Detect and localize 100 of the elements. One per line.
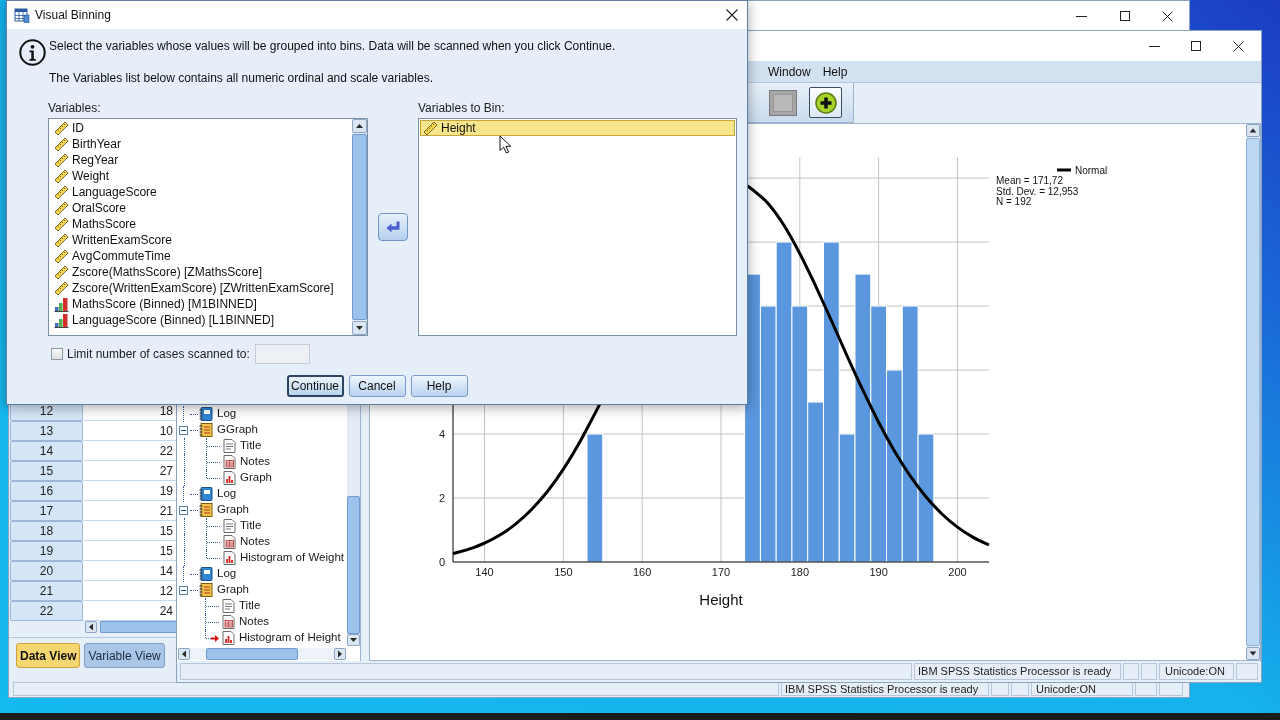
row-header[interactable]: 13 xyxy=(10,421,83,441)
variable-list-item[interactable]: AvgCommuteTime xyxy=(49,248,352,264)
scrollbar-thumb[interactable] xyxy=(100,621,177,633)
variable-list-item[interactable]: Height xyxy=(420,120,735,136)
outline-item[interactable]: Graph xyxy=(198,582,250,598)
move-button[interactable] xyxy=(378,213,408,241)
outline-item[interactable]: Graph xyxy=(198,502,250,518)
variable-list-item[interactable]: MathsScore (Binned) [M1BINNED] xyxy=(49,296,352,312)
checkbox[interactable] xyxy=(51,348,63,360)
menu-item[interactable]: Window xyxy=(762,62,817,81)
scrollbar-thumb[interactable] xyxy=(206,647,298,660)
y-tick-label: 0 xyxy=(438,556,445,568)
variable-list-item[interactable]: OralScore xyxy=(49,200,352,216)
checkbox-label: Limit number of cases scanned to: xyxy=(67,346,250,363)
table-cell: 14 xyxy=(83,561,176,581)
collapse-icon[interactable] xyxy=(179,585,188,595)
document-icon xyxy=(220,598,236,614)
row-header[interactable]: 19 xyxy=(10,541,83,561)
chart-page-icon xyxy=(220,630,236,646)
variable-list-item[interactable]: ID xyxy=(49,120,352,136)
menu-item[interactable]: Help xyxy=(816,62,854,81)
outline-item[interactable]: Title xyxy=(221,518,263,534)
variable-list-item[interactable]: RegYear xyxy=(49,152,352,168)
collapse-icon[interactable] xyxy=(179,425,188,435)
close-icon xyxy=(1162,10,1173,22)
variable-list-item[interactable]: Zscore(WrittenExamScore) [ZWrittenExamScore] xyxy=(49,280,352,296)
outline-item[interactable]: Notes xyxy=(221,454,272,470)
outline-item[interactable]: Log xyxy=(198,406,238,422)
table-cell: 10 xyxy=(83,421,176,441)
ruler-icon xyxy=(54,136,69,152)
table-icon xyxy=(14,7,30,23)
dialog-button[interactable]: Help xyxy=(410,375,468,397)
x-tick-label: 150 xyxy=(554,566,573,578)
outline-item[interactable]: Log xyxy=(198,566,238,582)
variable-list-item[interactable]: LanguageScore (Binned) [L1BINNED] xyxy=(49,312,352,328)
tab[interactable]: Variable View xyxy=(84,643,165,668)
statistics-text: Std. Dev. = 12,953 xyxy=(996,185,1079,197)
outline-item[interactable]: Title xyxy=(220,598,262,614)
plus-circle-icon xyxy=(814,91,837,114)
scroll-down-icon[interactable] xyxy=(347,634,360,646)
table-page-icon xyxy=(220,614,236,630)
notebook-icon xyxy=(198,566,214,582)
scroll-down-icon[interactable] xyxy=(352,321,367,335)
statistics-text: Mean = 171,72 xyxy=(996,175,1063,186)
row-header[interactable]: 21 xyxy=(10,581,83,601)
scroll-left-icon[interactable] xyxy=(85,621,97,633)
scroll-down-icon[interactable] xyxy=(1246,647,1260,660)
row-header[interactable]: 14 xyxy=(10,441,83,461)
document-icon xyxy=(221,438,237,454)
ruler-icon xyxy=(423,120,438,136)
legend-label: Normal xyxy=(1075,165,1108,176)
outline-item[interactable]: Histogram of Weight xyxy=(221,550,345,566)
row-header[interactable]: 15 xyxy=(10,461,83,481)
list-label: Variables to Bin: xyxy=(418,100,506,116)
ruler-icon xyxy=(54,120,69,136)
variable-list-item[interactable]: WrittenExamScore xyxy=(49,232,352,248)
x-tick-label: 140 xyxy=(475,566,494,578)
document-icon xyxy=(221,518,237,534)
scroll-right-icon[interactable] xyxy=(334,647,346,660)
dialog-button[interactable]: Continue xyxy=(286,375,344,397)
ruler-icon xyxy=(54,184,69,200)
scrollbar-thumb[interactable] xyxy=(347,496,360,634)
x-tick-label: 160 xyxy=(633,566,652,578)
variable-list-item[interactable]: MathsScore xyxy=(49,216,352,232)
variable-list-item[interactable]: Zscore(MathsScore) [ZMathsScore] xyxy=(49,264,352,280)
tab[interactable]: Data View xyxy=(16,643,81,668)
outline-item[interactable]: GGraph xyxy=(198,422,259,438)
dialog-button[interactable]: Cancel xyxy=(348,375,406,397)
close-icon xyxy=(726,9,738,21)
outline-item[interactable]: Notes xyxy=(220,614,271,630)
row-header[interactable]: 20 xyxy=(10,561,83,581)
toolbar-button[interactable] xyxy=(809,87,842,118)
table-cell: 12 xyxy=(83,581,176,601)
collapse-icon[interactable] xyxy=(179,505,188,515)
close-icon xyxy=(1232,40,1244,52)
outline-item[interactable]: Notes xyxy=(221,534,272,550)
table-cell: 15 xyxy=(83,521,176,541)
row-header[interactable]: 16 xyxy=(10,481,83,501)
outline-item[interactable]: Title xyxy=(221,438,263,454)
scroll-up-icon[interactable] xyxy=(1246,124,1260,137)
table-cell: 15 xyxy=(83,541,176,561)
minimize-icon xyxy=(1076,15,1087,17)
outline-item[interactable]: Graph xyxy=(221,470,273,486)
scroll-left-icon[interactable] xyxy=(178,647,190,660)
variable-list-item[interactable]: Weight xyxy=(49,168,352,184)
y-tick-label: 2 xyxy=(438,492,445,504)
outline-item[interactable]: Log xyxy=(198,486,238,502)
variable-list-item[interactable]: LanguageScore xyxy=(49,184,352,200)
row-header[interactable]: 22 xyxy=(10,601,83,621)
outline-item[interactable]: Histogram of Height xyxy=(220,630,342,646)
ruler-icon xyxy=(54,200,69,216)
x-axis-title: Height xyxy=(699,591,743,608)
scroll-up-icon[interactable] xyxy=(352,119,367,133)
book-icon xyxy=(198,502,214,518)
row-header[interactable]: 18 xyxy=(10,521,83,541)
book-icon xyxy=(198,582,214,598)
ruler-icon xyxy=(54,264,69,280)
variable-list-item[interactable]: BirthYear xyxy=(49,136,352,152)
table-cell: 24 xyxy=(83,601,176,621)
row-header[interactable]: 17 xyxy=(10,501,83,521)
